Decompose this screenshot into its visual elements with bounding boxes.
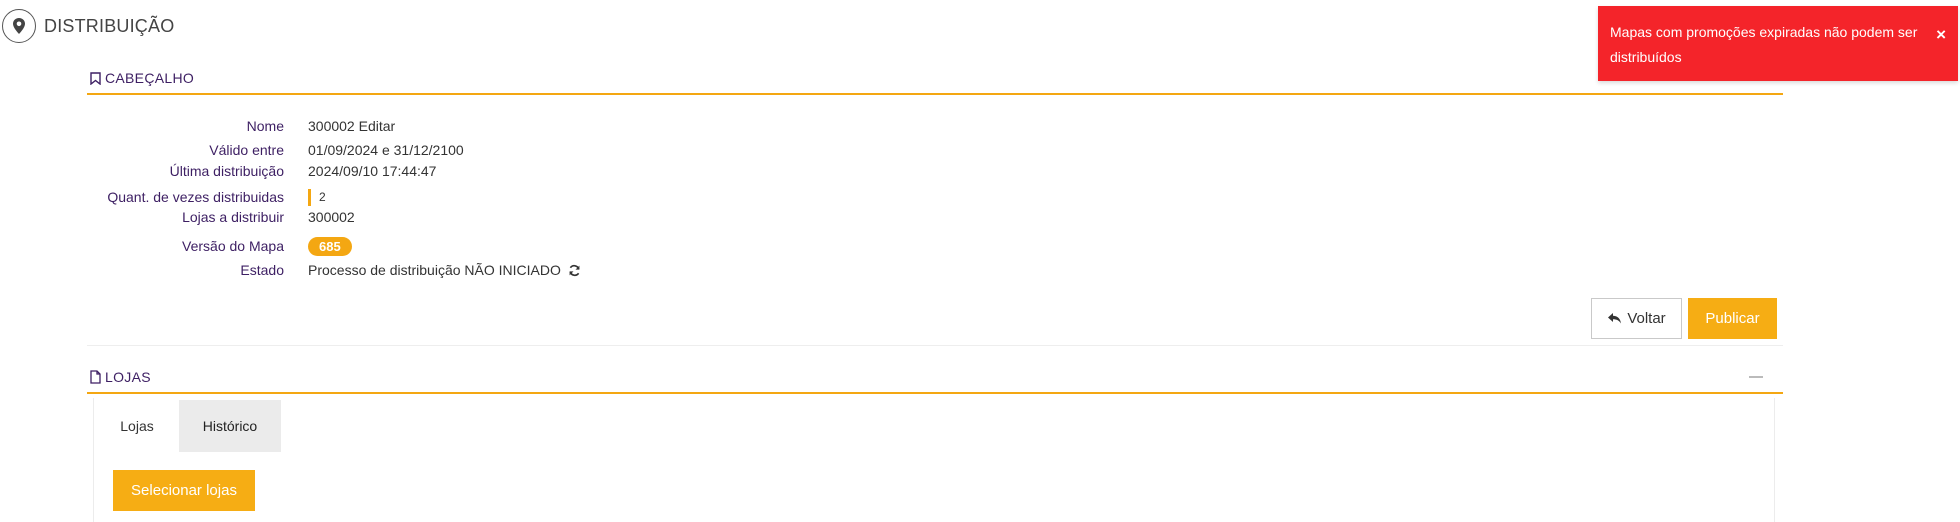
count-indicator-bar: [308, 188, 311, 206]
back-button[interactable]: Voltar: [1591, 298, 1682, 339]
toast-message: Mapas com promoções expiradas não podem …: [1610, 24, 1918, 65]
field-versao-mapa: Versão do Mapa 685: [87, 236, 887, 256]
field-label: Última distribuição: [169, 163, 284, 179]
field-valido-entre: Válido entre 01/09/2024 e 31/12/2100: [87, 140, 887, 160]
field-value: Processo de distribuição NÃO INICIADO: [308, 262, 581, 278]
tab-historico[interactable]: Histórico: [179, 400, 281, 452]
section-title-lojas: LOJAS: [105, 369, 151, 385]
field-nome: Nome 300002 Editar: [87, 116, 887, 136]
field-value: 300002 Editar: [308, 118, 396, 134]
tab-label: Lojas: [120, 418, 154, 434]
field-estado: Estado Processo de distribuição NÃO INIC…: [87, 260, 887, 280]
version-badge: 685: [308, 236, 352, 256]
back-button-label: Voltar: [1627, 310, 1666, 327]
map-pin-icon: [2, 9, 36, 43]
select-stores-label: Selecionar lojas: [131, 482, 237, 499]
field-label: Quant. de vezes distribuidas: [107, 189, 284, 205]
refresh-icon[interactable]: [568, 264, 581, 277]
count-value: 2: [319, 190, 326, 204]
file-icon: [90, 370, 101, 384]
field-value: 685: [308, 236, 352, 256]
close-icon[interactable]: ×: [1936, 22, 1946, 47]
page-header: DISTRIBUIÇÃO: [0, 6, 174, 46]
lojas-tab-panel: [93, 398, 1775, 522]
field-value: 2024/09/10 17:44:47: [308, 163, 437, 179]
field-value: 300002: [308, 209, 355, 225]
field-label: Nome: [246, 118, 284, 134]
tab-lojas[interactable]: Lojas: [95, 400, 179, 452]
section-divider: [87, 345, 1783, 346]
field-label: Lojas a distribuir: [182, 209, 284, 225]
lojas-section-title-bar: LOJAS: [87, 362, 1783, 394]
field-value: 2: [308, 188, 326, 206]
field-quant-distribuidas: Quant. de vezes distribuidas 2: [87, 187, 887, 207]
field-value: 01/09/2024 e 31/12/2100: [308, 142, 464, 158]
field-label: Estado: [240, 262, 284, 278]
field-lojas-distribuir: Lojas a distribuir 300002: [87, 207, 887, 227]
bookmark-icon: [90, 71, 101, 85]
publish-button[interactable]: Publicar: [1688, 298, 1777, 339]
page-title: DISTRIBUIÇÃO: [44, 15, 175, 36]
header-section-title-bar: CABEÇALHO: [87, 63, 1783, 95]
field-ultima-distribuicao: Última distribuição 2024/09/10 17:44:47: [87, 161, 887, 181]
field-label: Válido entre: [209, 142, 284, 158]
reply-arrow-icon: [1608, 313, 1622, 324]
estado-text: Processo de distribuição NÃO INICIADO: [308, 262, 561, 278]
section-title-cabecalho: CABEÇALHO: [105, 70, 195, 86]
collapse-icon[interactable]: [1749, 376, 1763, 378]
tab-label: Histórico: [202, 418, 258, 434]
select-stores-button[interactable]: Selecionar lojas: [113, 470, 255, 511]
publish-button-label: Publicar: [1705, 310, 1760, 327]
field-label: Versão do Mapa: [182, 238, 284, 254]
